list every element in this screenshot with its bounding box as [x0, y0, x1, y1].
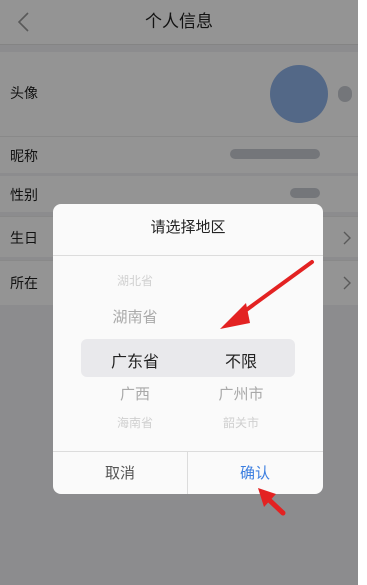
- picker-item[interactable]: 湖北省: [85, 272, 185, 289]
- picker-item-selected[interactable]: 不限: [191, 348, 291, 372]
- region-picker-dialog: 请选择地区 湖北省 湖南省 广东省 广西 海南省 不限 广州市 韶关市 取消 确…: [53, 204, 323, 494]
- screen: 个人信息 头像 昵称 性别 生日 所在 请选择地区 湖北省 湖南省 广东省 广西…: [0, 0, 358, 585]
- dialog-title: 请选择地区: [150, 218, 226, 236]
- picker-item-selected[interactable]: 广东省: [85, 348, 185, 372]
- picker-item[interactable]: 广西: [85, 383, 185, 404]
- picker-item[interactable]: 海南省: [85, 414, 185, 431]
- confirm-button[interactable]: 确认: [188, 452, 322, 494]
- right-margin: [358, 0, 367, 585]
- picker-item[interactable]: 湖南省: [85, 306, 185, 327]
- picker-item[interactable]: 韶关市: [191, 414, 291, 431]
- region-picker[interactable]: 湖北省 湖南省 广东省 广西 海南省 不限 广州市 韶关市: [53, 256, 323, 451]
- picker-item[interactable]: 广州市: [191, 383, 291, 404]
- cancel-button[interactable]: 取消: [53, 452, 187, 494]
